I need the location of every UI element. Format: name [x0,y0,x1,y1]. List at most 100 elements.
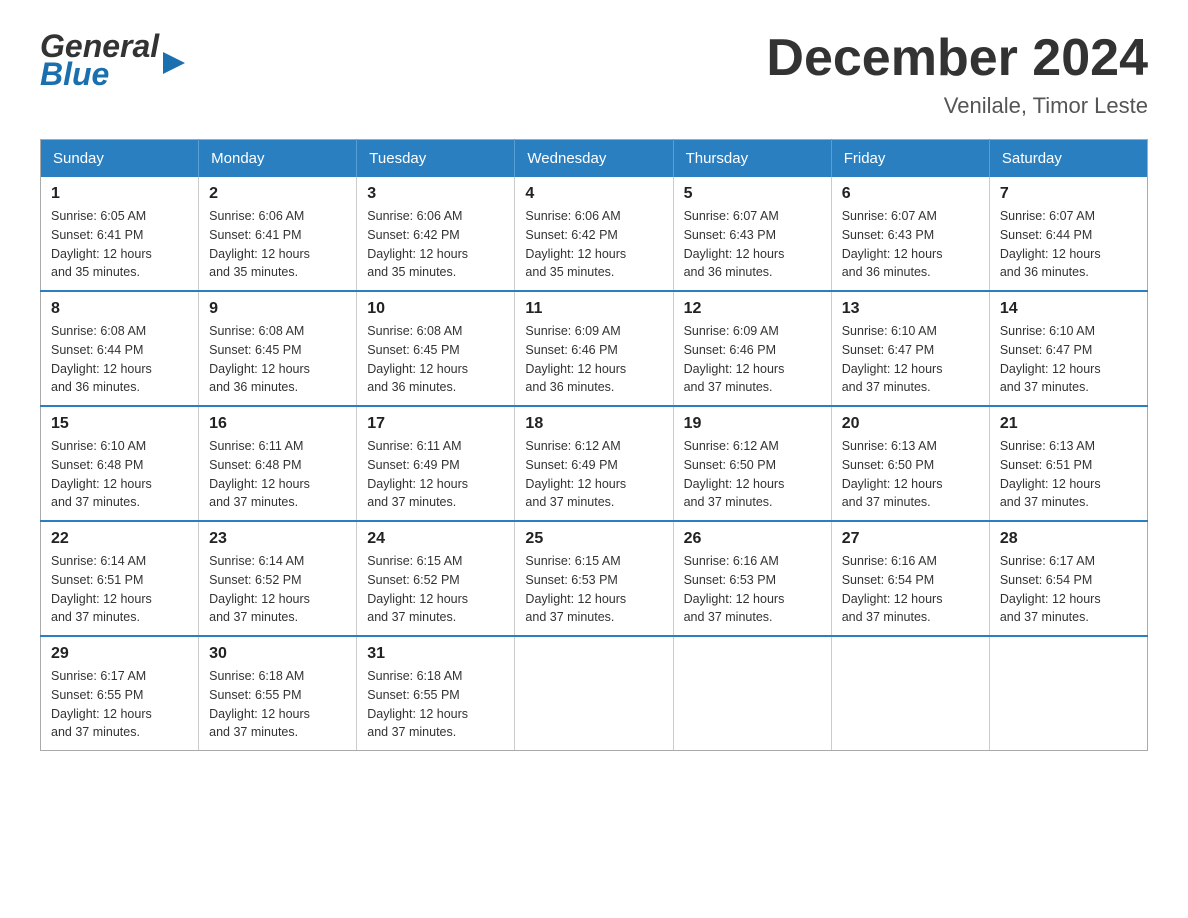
weekday-header: Sunday [41,140,199,178]
day-info: Sunrise: 6:17 AMSunset: 6:55 PMDaylight:… [51,669,152,739]
weekday-header: Friday [831,140,989,178]
day-info: Sunrise: 6:10 AMSunset: 6:47 PMDaylight:… [1000,324,1101,394]
day-number: 16 [209,415,346,433]
day-number: 13 [842,300,979,318]
logo-triangle-icon [163,52,185,74]
calendar-day-cell: 27 Sunrise: 6:16 AMSunset: 6:54 PMDaylig… [831,521,989,636]
day-number: 14 [1000,300,1137,318]
calendar-week-row: 8 Sunrise: 6:08 AMSunset: 6:44 PMDayligh… [41,291,1148,406]
day-number: 5 [684,185,821,203]
day-number: 19 [684,415,821,433]
weekday-header: Monday [199,140,357,178]
day-info: Sunrise: 6:11 AMSunset: 6:49 PMDaylight:… [367,439,468,509]
day-number: 27 [842,530,979,548]
day-number: 7 [1000,185,1137,203]
calendar-day-cell: 15 Sunrise: 6:10 AMSunset: 6:48 PMDaylig… [41,406,199,521]
calendar-day-cell: 18 Sunrise: 6:12 AMSunset: 6:49 PMDaylig… [515,406,673,521]
calendar-day-cell: 8 Sunrise: 6:08 AMSunset: 6:44 PMDayligh… [41,291,199,406]
title-section: December 2024 Venilale, Timor Leste [766,30,1148,119]
day-info: Sunrise: 6:08 AMSunset: 6:45 PMDaylight:… [367,324,468,394]
day-info: Sunrise: 6:07 AMSunset: 6:43 PMDaylight:… [684,209,785,279]
weekday-header: Saturday [989,140,1147,178]
day-info: Sunrise: 6:09 AMSunset: 6:46 PMDaylight:… [684,324,785,394]
day-info: Sunrise: 6:13 AMSunset: 6:50 PMDaylight:… [842,439,943,509]
weekday-header: Tuesday [357,140,515,178]
calendar-day-cell [989,636,1147,751]
calendar-table: SundayMondayTuesdayWednesdayThursdayFrid… [40,139,1148,751]
day-info: Sunrise: 6:11 AMSunset: 6:48 PMDaylight:… [209,439,310,509]
calendar-day-cell: 9 Sunrise: 6:08 AMSunset: 6:45 PMDayligh… [199,291,357,406]
calendar-day-cell [515,636,673,751]
calendar-day-cell: 12 Sunrise: 6:09 AMSunset: 6:46 PMDaylig… [673,291,831,406]
day-info: Sunrise: 6:06 AMSunset: 6:42 PMDaylight:… [367,209,468,279]
day-info: Sunrise: 6:14 AMSunset: 6:51 PMDaylight:… [51,554,152,624]
calendar-day-cell: 16 Sunrise: 6:11 AMSunset: 6:48 PMDaylig… [199,406,357,521]
day-number: 26 [684,530,821,548]
day-number: 28 [1000,530,1137,548]
logo: General Blue [40,30,163,90]
day-info: Sunrise: 6:12 AMSunset: 6:49 PMDaylight:… [525,439,626,509]
day-number: 29 [51,645,188,663]
calendar-week-row: 15 Sunrise: 6:10 AMSunset: 6:48 PMDaylig… [41,406,1148,521]
day-number: 17 [367,415,504,433]
day-number: 11 [525,300,662,318]
day-number: 12 [684,300,821,318]
day-info: Sunrise: 6:07 AMSunset: 6:43 PMDaylight:… [842,209,943,279]
day-number: 3 [367,185,504,203]
calendar-day-cell: 21 Sunrise: 6:13 AMSunset: 6:51 PMDaylig… [989,406,1147,521]
day-info: Sunrise: 6:18 AMSunset: 6:55 PMDaylight:… [367,669,468,739]
calendar-day-cell: 29 Sunrise: 6:17 AMSunset: 6:55 PMDaylig… [41,636,199,751]
day-info: Sunrise: 6:14 AMSunset: 6:52 PMDaylight:… [209,554,310,624]
calendar-day-cell: 10 Sunrise: 6:08 AMSunset: 6:45 PMDaylig… [357,291,515,406]
calendar-day-cell: 4 Sunrise: 6:06 AMSunset: 6:42 PMDayligh… [515,177,673,291]
calendar-day-cell: 6 Sunrise: 6:07 AMSunset: 6:43 PMDayligh… [831,177,989,291]
day-number: 10 [367,300,504,318]
day-number: 18 [525,415,662,433]
calendar-day-cell: 11 Sunrise: 6:09 AMSunset: 6:46 PMDaylig… [515,291,673,406]
calendar-day-cell: 31 Sunrise: 6:18 AMSunset: 6:55 PMDaylig… [357,636,515,751]
page-header: General Blue December 2024 Venilale, Tim… [40,30,1148,119]
day-info: Sunrise: 6:10 AMSunset: 6:48 PMDaylight:… [51,439,152,509]
calendar-week-row: 1 Sunrise: 6:05 AMSunset: 6:41 PMDayligh… [41,177,1148,291]
day-number: 21 [1000,415,1137,433]
day-info: Sunrise: 6:06 AMSunset: 6:41 PMDaylight:… [209,209,310,279]
day-info: Sunrise: 6:07 AMSunset: 6:44 PMDaylight:… [1000,209,1101,279]
day-number: 30 [209,645,346,663]
calendar-day-cell: 23 Sunrise: 6:14 AMSunset: 6:52 PMDaylig… [199,521,357,636]
day-info: Sunrise: 6:10 AMSunset: 6:47 PMDaylight:… [842,324,943,394]
calendar-day-cell: 7 Sunrise: 6:07 AMSunset: 6:44 PMDayligh… [989,177,1147,291]
page-subtitle: Venilale, Timor Leste [766,93,1148,119]
calendar-day-cell: 2 Sunrise: 6:06 AMSunset: 6:41 PMDayligh… [199,177,357,291]
calendar-day-cell [831,636,989,751]
day-number: 20 [842,415,979,433]
calendar-day-cell: 1 Sunrise: 6:05 AMSunset: 6:41 PMDayligh… [41,177,199,291]
calendar-day-cell [673,636,831,751]
calendar-day-cell: 24 Sunrise: 6:15 AMSunset: 6:52 PMDaylig… [357,521,515,636]
weekday-header: Wednesday [515,140,673,178]
day-number: 1 [51,185,188,203]
day-number: 24 [367,530,504,548]
day-info: Sunrise: 6:09 AMSunset: 6:46 PMDaylight:… [525,324,626,394]
calendar-day-cell: 13 Sunrise: 6:10 AMSunset: 6:47 PMDaylig… [831,291,989,406]
day-info: Sunrise: 6:12 AMSunset: 6:50 PMDaylight:… [684,439,785,509]
day-number: 15 [51,415,188,433]
calendar-day-cell: 19 Sunrise: 6:12 AMSunset: 6:50 PMDaylig… [673,406,831,521]
calendar-day-cell: 14 Sunrise: 6:10 AMSunset: 6:47 PMDaylig… [989,291,1147,406]
day-number: 8 [51,300,188,318]
day-number: 6 [842,185,979,203]
day-number: 2 [209,185,346,203]
calendar-day-cell: 3 Sunrise: 6:06 AMSunset: 6:42 PMDayligh… [357,177,515,291]
day-info: Sunrise: 6:16 AMSunset: 6:53 PMDaylight:… [684,554,785,624]
day-number: 4 [525,185,662,203]
day-number: 31 [367,645,504,663]
weekday-header: Thursday [673,140,831,178]
calendar-week-row: 22 Sunrise: 6:14 AMSunset: 6:51 PMDaylig… [41,521,1148,636]
calendar-week-row: 29 Sunrise: 6:17 AMSunset: 6:55 PMDaylig… [41,636,1148,751]
day-info: Sunrise: 6:17 AMSunset: 6:54 PMDaylight:… [1000,554,1101,624]
calendar-header-row: SundayMondayTuesdayWednesdayThursdayFrid… [41,140,1148,178]
calendar-day-cell: 26 Sunrise: 6:16 AMSunset: 6:53 PMDaylig… [673,521,831,636]
day-info: Sunrise: 6:16 AMSunset: 6:54 PMDaylight:… [842,554,943,624]
calendar-day-cell: 28 Sunrise: 6:17 AMSunset: 6:54 PMDaylig… [989,521,1147,636]
calendar-day-cell: 22 Sunrise: 6:14 AMSunset: 6:51 PMDaylig… [41,521,199,636]
day-info: Sunrise: 6:13 AMSunset: 6:51 PMDaylight:… [1000,439,1101,509]
